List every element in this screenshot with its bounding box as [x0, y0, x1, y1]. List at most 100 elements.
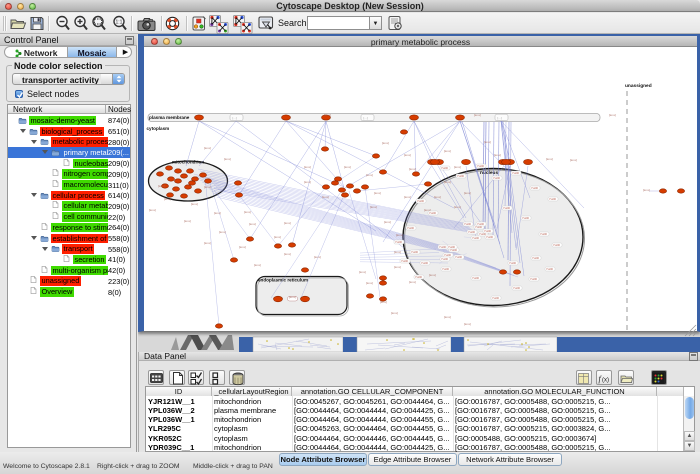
svg-text:Yxx00: Yxx00 — [468, 231, 476, 234]
svg-text:Yxx00: Yxx00 — [531, 187, 539, 190]
svg-text:[xx-x]: [xx-x] — [164, 197, 171, 201]
svg-text:[xx-x]: [xx-x] — [404, 153, 411, 157]
svg-text:[xx-x]: [xx-x] — [609, 113, 616, 117]
svg-text:[xx-x]: [xx-x] — [494, 153, 501, 157]
svg-text:[xx-x]: [xx-x] — [304, 180, 311, 184]
svg-text:Yxx00: Yxx00 — [503, 207, 511, 210]
svg-text:[xx-x]: [xx-x] — [394, 265, 401, 269]
svg-text:1:1: 1:1 — [116, 20, 123, 26]
svg-text:[xx-x]: [xx-x] — [434, 195, 441, 199]
svg-text:[xx-x]: [xx-x] — [204, 241, 211, 245]
svg-text:Yxx00: Yxx00 — [415, 276, 423, 279]
svg-text:[...]: [...] — [498, 116, 502, 120]
svg-text:Yxx00: Yxx00 — [475, 226, 483, 229]
svg-text:Yxx00: Yxx00 — [484, 230, 492, 233]
svg-text:Yxx00: Yxx00 — [417, 200, 425, 203]
svg-text:[xx-x]: [xx-x] — [149, 208, 156, 212]
svg-text:Yxx00: Yxx00 — [472, 237, 480, 240]
svg-text:[xx-x]: [xx-x] — [224, 157, 231, 161]
svg-text:[xx-x]: [xx-x] — [304, 165, 311, 169]
svg-text:[xx-x]: [xx-x] — [382, 141, 389, 145]
svg-text:Yxx00: Yxx00 — [549, 198, 557, 201]
svg-text:Yxx00: Yxx00 — [455, 256, 463, 259]
svg-text:[xx-x]: [xx-x] — [274, 235, 281, 239]
svg-text:Yxx00: Yxx00 — [522, 217, 530, 220]
svg-text:[xx-x]: [xx-x] — [444, 315, 451, 319]
svg-text:[xx-x]: [xx-x] — [289, 295, 296, 299]
svg-text:[xx-x]: [xx-x] — [391, 311, 398, 315]
svg-text:Yxx00: Yxx00 — [493, 177, 501, 180]
svg-text:[xx-x]: [xx-x] — [204, 185, 211, 189]
svg-text:[xx-x]: [xx-x] — [454, 165, 461, 169]
svg-text:[xx-x]: [xx-x] — [484, 140, 491, 144]
svg-text:[xx-x]: [xx-x] — [570, 158, 577, 162]
svg-text:[xx-x]: [xx-x] — [370, 205, 377, 209]
svg-text:Yxx00: Yxx00 — [477, 165, 485, 168]
svg-text:[xx-x]: [xx-x] — [214, 211, 221, 215]
svg-text:[xx-x]: [xx-x] — [191, 202, 198, 206]
svg-text:Yxx00: Yxx00 — [444, 254, 452, 257]
svg-text:Yxx00: Yxx00 — [540, 233, 548, 236]
svg-text:Yxx00: Yxx00 — [401, 260, 409, 263]
svg-text:plasma membrane: plasma membrane — [149, 115, 190, 120]
svg-text:[xx-x]: [xx-x] — [359, 270, 366, 274]
svg-text:[xx-x]: [xx-x] — [239, 245, 246, 249]
svg-text:[xx-x]: [xx-x] — [429, 273, 436, 277]
svg-text:[xx-x]: [xx-x] — [464, 191, 471, 195]
svg-text:Yxx00: Yxx00 — [532, 257, 540, 260]
svg-text:Yxx00: Yxx00 — [492, 297, 500, 300]
svg-text:[xx-x]: [xx-x] — [184, 219, 191, 223]
svg-text:[xx-x]: [xx-x] — [444, 149, 451, 153]
svg-text:cytoplasm: cytoplasm — [147, 126, 170, 131]
svg-text:(x): (x) — [602, 377, 609, 383]
svg-text:[xx-x]: [xx-x] — [366, 173, 373, 177]
svg-text:nucleus: nucleus — [480, 170, 498, 176]
svg-text:[xx-x]: [xx-x] — [366, 281, 373, 285]
svg-text:[xx-x]: [xx-x] — [374, 191, 381, 195]
svg-text:[xx-x]: [xx-x] — [444, 180, 451, 184]
svg-text:[xx-x]: [xx-x] — [158, 184, 165, 188]
svg-text:[xx-x]: [xx-x] — [324, 113, 331, 117]
svg-text:[xx-x]: [xx-x] — [454, 205, 461, 209]
svg-text:[...]: [...] — [233, 116, 237, 120]
svg-text:[xx-x]: [xx-x] — [643, 188, 650, 192]
svg-text:mitochondrion: mitochondrion — [172, 160, 204, 165]
svg-text:[xx-x]: [xx-x] — [404, 195, 411, 199]
svg-text:Yxx00: Yxx00 — [530, 278, 538, 281]
svg-text:[xx-x]: [xx-x] — [314, 255, 321, 259]
svg-text:Yxx00: Yxx00 — [457, 175, 465, 178]
svg-text:[xx-x]: [xx-x] — [322, 195, 329, 199]
svg-text:[xx-x]: [xx-x] — [219, 230, 226, 234]
svg-text:[xx-x]: [xx-x] — [384, 220, 391, 224]
svg-text:[xx-x]: [xx-x] — [409, 280, 416, 284]
svg-text:Yxx00: Yxx00 — [395, 241, 403, 244]
svg-text:Yxx00: Yxx00 — [407, 227, 415, 230]
svg-text:[xx-x]: [xx-x] — [394, 250, 401, 254]
svg-text:[...]: [...] — [364, 116, 368, 120]
svg-text:[xx-x]: [xx-x] — [546, 157, 553, 161]
svg-text:Yxx00: Yxx00 — [421, 262, 429, 265]
svg-text:[xx-x]: [xx-x] — [380, 300, 387, 304]
svg-text:[xx-x]: [xx-x] — [254, 263, 261, 267]
svg-text:[xx-x]: [xx-x] — [284, 252, 291, 256]
svg-text:[xx-x]: [xx-x] — [244, 210, 251, 214]
svg-text:[xx-x]: [xx-x] — [409, 167, 416, 171]
svg-text:Yxx00: Yxx00 — [512, 172, 520, 175]
svg-text:[xx-x]: [xx-x] — [464, 322, 471, 326]
svg-text:[xx-x]: [xx-x] — [474, 113, 481, 117]
svg-text:unassigned: unassigned — [625, 83, 652, 89]
svg-text:Yxx00: Yxx00 — [477, 223, 485, 226]
svg-text:Yxx00: Yxx00 — [411, 251, 419, 254]
svg-text:Yxx00: Yxx00 — [448, 246, 456, 249]
svg-text:Yxx00: Yxx00 — [486, 236, 494, 239]
svg-text:Yxx00: Yxx00 — [509, 262, 517, 265]
svg-text:[xx-x]: [xx-x] — [396, 233, 403, 237]
svg-text:Yxx00: Yxx00 — [472, 277, 480, 280]
svg-text:Yxx00: Yxx00 — [513, 287, 521, 290]
svg-text:[xx-x]: [xx-x] — [284, 221, 291, 225]
svg-text:Yxx00: Yxx00 — [553, 244, 561, 247]
svg-text:Yxx00: Yxx00 — [441, 258, 449, 261]
svg-text:[xx-x]: [xx-x] — [344, 165, 351, 169]
svg-text:Yxx00: Yxx00 — [442, 268, 450, 271]
svg-text:Yxx00: Yxx00 — [441, 167, 449, 170]
